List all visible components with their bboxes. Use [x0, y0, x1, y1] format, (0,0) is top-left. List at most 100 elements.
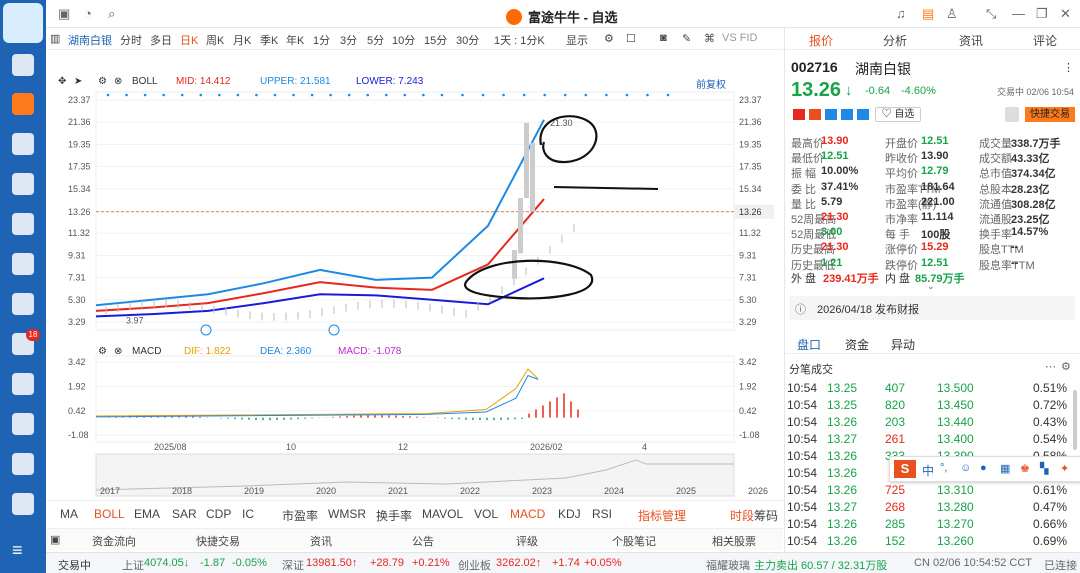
period-0[interactable]: 分时 — [120, 32, 142, 48]
checkbox-icon[interactable]: ☐ — [626, 32, 636, 45]
tab-news[interactable]: 资讯 — [959, 32, 983, 49]
macd-settings-icon[interactable]: ⚙ — [98, 346, 107, 357]
kline-chart[interactable]: 23.37 23.37 21.36 21.36 19.35 19.35 17.35 17.35… — [46, 50, 783, 500]
ind-cdp[interactable]: CDP — [206, 507, 231, 521]
follow-button[interactable]: ♡ 自选 — [875, 107, 921, 122]
bell-icon[interactable]: ◔ — [84, 6, 92, 21]
expand-icon[interactable]: ⌄ — [927, 281, 935, 292]
ind-vol[interactable]: VOL — [474, 507, 498, 521]
period-7[interactable]: 1分 — [313, 32, 330, 48]
more-icon[interactable]: ⋮ — [1063, 61, 1074, 74]
period-11[interactable]: 15分 — [424, 32, 447, 48]
ind-mavol[interactable]: MAVOL — [422, 507, 463, 521]
info-tab-related[interactable]: 相关股票 — [712, 533, 756, 549]
ind-pe[interactable]: 市盈率 — [282, 507, 318, 524]
display-select[interactable]: 显示 — [566, 32, 588, 48]
restore-icon[interactable]: ❐ — [1036, 6, 1048, 22]
window-icon[interactable]: ▣ — [58, 6, 70, 22]
ime-punct-icon[interactable]: °, — [940, 462, 947, 474]
ime-keyboard-icon[interactable]: ▦ — [1000, 462, 1010, 475]
tick-scrollbar[interactable] — [1073, 390, 1077, 450]
info-tab-notice[interactable]: 公告 — [412, 533, 434, 549]
flow-stock[interactable]: 福耀玻璃 — [706, 557, 750, 573]
settings-icon[interactable]: ⚙ — [604, 32, 614, 45]
ind-ema[interactable]: EMA — [134, 507, 160, 521]
ind-sar[interactable]: SAR — [172, 507, 197, 521]
user-icon[interactable] — [12, 54, 34, 76]
compare-label[interactable]: VS FID — [722, 32, 757, 44]
minimize-icon[interactable]: — — [1012, 6, 1025, 21]
tick-settings-icon[interactable]: ⚙ — [1061, 360, 1071, 373]
ind-macd[interactable]: MACD — [510, 507, 545, 521]
tab-abnormal[interactable]: 异动 — [891, 336, 915, 353]
sogou-icon[interactable]: S — [894, 460, 916, 478]
pie-icon[interactable] — [12, 253, 34, 275]
exchange-icon[interactable] — [12, 293, 34, 315]
boll-close-icon[interactable]: ⊗ — [114, 76, 122, 87]
period-6[interactable]: 年K — [286, 32, 304, 48]
crosshair-icon[interactable]: ✥ — [58, 76, 66, 87]
boll-settings-icon[interactable]: ⚙ — [98, 76, 107, 87]
quick-trade-button[interactable]: 快捷交易 — [1025, 107, 1075, 122]
ime-skin-icon[interactable]: ♚ — [1020, 462, 1030, 475]
period-5[interactable]: 季K — [260, 32, 278, 48]
adjust-select[interactable]: 前复权 — [696, 76, 726, 91]
game-icon[interactable] — [12, 413, 34, 435]
ind-chips[interactable]: 筹码 — [754, 507, 778, 524]
ind-boll[interactable]: BOLL — [94, 507, 125, 521]
pen-icon[interactable]: ✎ — [682, 32, 691, 45]
panel-toggle-icon[interactable]: ▥ — [50, 32, 60, 45]
search-icon[interactable]: ⌕ — [108, 6, 115, 22]
camera-icon[interactable]: ◙ — [660, 32, 667, 44]
period-1[interactable]: 多日 — [150, 32, 172, 48]
sz-index-label[interactable]: 深证 — [282, 557, 304, 573]
period-12[interactable]: 30分 — [456, 32, 479, 48]
info-tab-rating[interactable]: 评级 — [516, 533, 538, 549]
ime-mic-icon[interactable]: ● — [980, 462, 987, 474]
headset-icon[interactable]: ♫ — [896, 6, 906, 21]
ind-ic[interactable]: IC — [242, 507, 254, 521]
draw-tools-icon[interactable]: ⌘ — [704, 32, 715, 45]
tab-analysis[interactable]: 分析 — [883, 32, 907, 49]
info-tab-notes[interactable]: 个股笔记 — [612, 533, 656, 549]
document-chart-icon[interactable] — [12, 173, 34, 195]
sh-index-label[interactable]: 上证 — [122, 557, 144, 573]
ind-rsi[interactable]: RSI — [592, 507, 612, 521]
code-icon[interactable] — [12, 453, 34, 475]
ind-wmsr[interactable]: WMSR — [328, 507, 366, 521]
tab-quote[interactable]: 报价 — [809, 32, 833, 49]
tab-comment[interactable]: 评论 — [1033, 32, 1057, 49]
market-chart-icon[interactable] — [12, 93, 34, 115]
period-8[interactable]: 3分 — [340, 32, 357, 48]
info-tab-quick[interactable]: 快捷交易 — [196, 533, 240, 549]
collapse-icon[interactable]: ▣ — [50, 533, 60, 546]
ime-ext-icon[interactable]: ✦ — [1060, 462, 1069, 475]
ime-lang[interactable]: 中 — [922, 462, 934, 479]
list-icon[interactable] — [12, 493, 34, 515]
span-select[interactable]: 1天 : 1分K — [494, 32, 545, 48]
ind-manage[interactable]: 指标管理 — [638, 507, 686, 524]
ind-session[interactable]: 时段 — [730, 507, 754, 524]
ime-toolbar[interactable]: S 中 °, ☺ ● ▦ ♚ ▚ ✦ — [889, 456, 1080, 482]
bag-icon[interactable]: ▤ — [922, 6, 934, 22]
arrow-icon[interactable]: ➤ — [74, 76, 82, 87]
tab-capital[interactable]: 资金 — [845, 336, 869, 353]
alert-icon[interactable] — [1005, 107, 1019, 122]
moon-icon[interactable] — [12, 373, 34, 395]
menu-icon[interactable]: ≡ — [12, 540, 23, 561]
info-tab-flow[interactable]: 资金流向 — [92, 533, 136, 549]
ind-turnover[interactable]: 换手率 — [376, 507, 412, 524]
ind-ma[interactable]: MA — [60, 507, 78, 521]
close-icon[interactable]: ✕ — [1060, 6, 1071, 22]
ime-grid-icon[interactable]: ▚ — [1040, 462, 1048, 475]
event-banner[interactable]: ⓘ 2026/04/18 发布财报 — [789, 296, 1075, 320]
period-9[interactable]: 5分 — [367, 32, 384, 48]
macd-close-icon[interactable]: ⊗ — [114, 346, 122, 357]
period-2[interactable]: 日K — [180, 32, 198, 48]
trend-icon[interactable] — [12, 133, 34, 155]
shirt-icon[interactable]: ♙ — [946, 6, 958, 22]
cy-index-label[interactable]: 创业板 — [458, 557, 491, 573]
tick-more-icon[interactable]: ⋯ — [1045, 360, 1056, 373]
period-10[interactable]: 10分 — [392, 32, 415, 48]
period-4[interactable]: 月K — [233, 32, 251, 48]
